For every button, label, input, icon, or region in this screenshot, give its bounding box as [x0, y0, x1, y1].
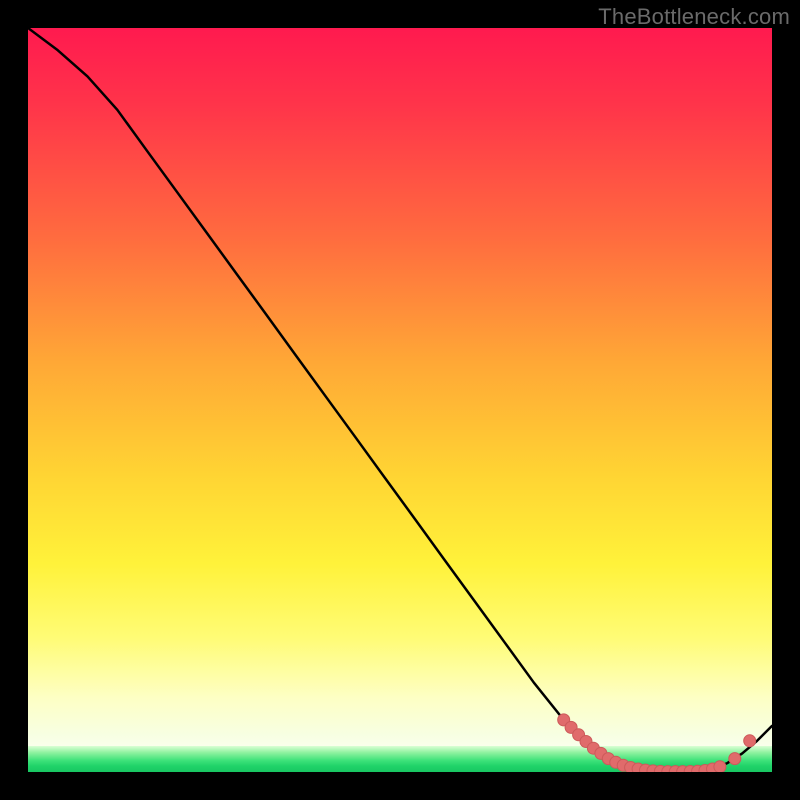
watermark-text: TheBottleneck.com [598, 4, 790, 30]
curve-overlay [28, 28, 772, 772]
marker-dot [714, 761, 726, 772]
plot-area [28, 28, 772, 772]
marker-dot [729, 753, 741, 765]
bottleneck-curve [28, 28, 772, 772]
chart-frame: TheBottleneck.com [0, 0, 800, 800]
marker-dot [744, 735, 756, 747]
